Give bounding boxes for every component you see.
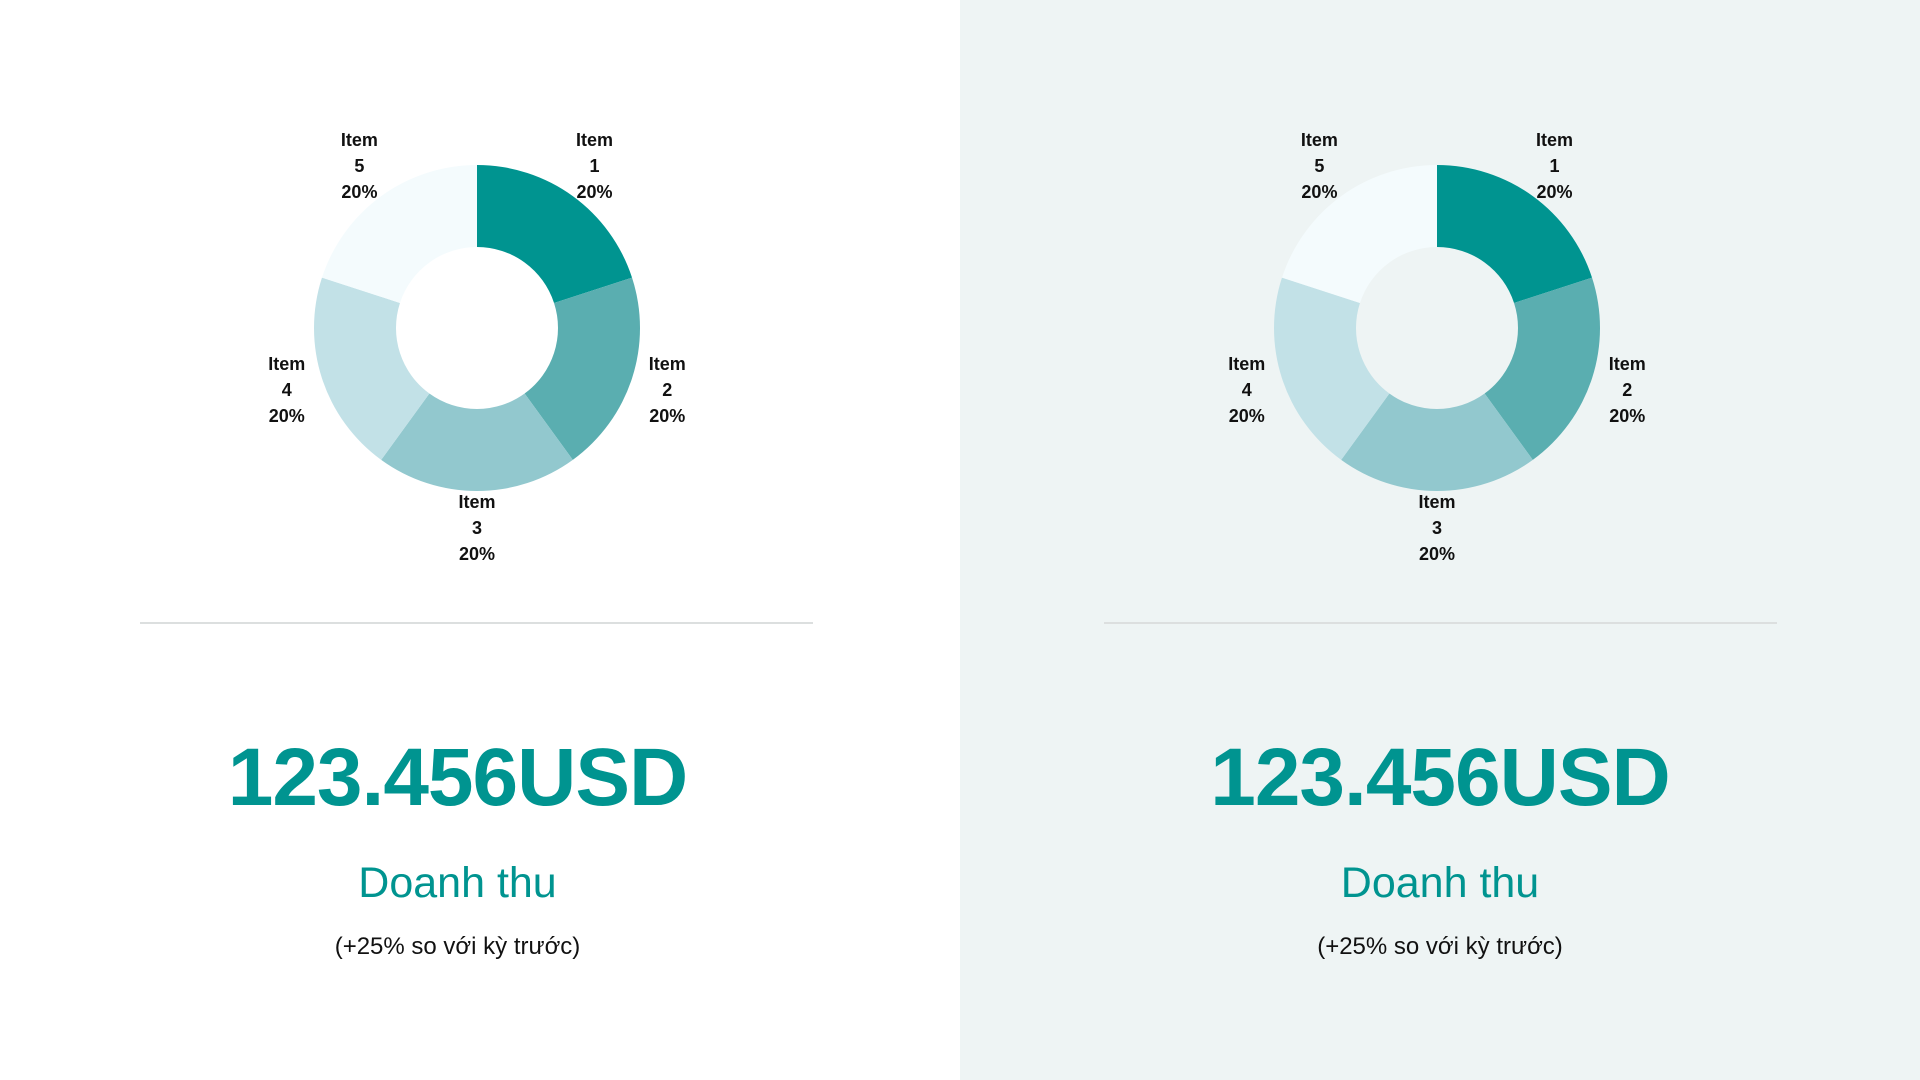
slice-label-line: Item bbox=[576, 130, 613, 150]
slice-label-line: 3 bbox=[1432, 518, 1442, 538]
slice-label-line: 20% bbox=[1537, 182, 1573, 202]
slice-label-1: Item 1 20% bbox=[576, 130, 613, 202]
slice-label-3: Item 3 20% bbox=[1418, 492, 1455, 564]
slice-label-line: Item bbox=[1536, 130, 1573, 150]
slice-label-line: 1 bbox=[1550, 156, 1560, 176]
slice-label-line: 5 bbox=[354, 156, 364, 176]
slice-label-3: Item 3 20% bbox=[458, 492, 495, 564]
divider-line bbox=[1104, 622, 1777, 624]
kpi-label: Doanh thu bbox=[358, 859, 557, 907]
kpi-value: 123.456USD bbox=[1210, 732, 1671, 823]
slice-label-line: Item bbox=[1301, 130, 1338, 150]
slice-label-line: 20% bbox=[577, 182, 613, 202]
slice-label-line: Item bbox=[458, 492, 495, 512]
kpi-label: Doanh thu bbox=[1340, 859, 1540, 907]
slice-label-line: Item bbox=[268, 354, 305, 374]
slice-label-4: Item 4 20% bbox=[268, 354, 305, 426]
kpi-change-note: (+25% so với kỳ trước) bbox=[1317, 933, 1563, 960]
slice-label-2: Item 2 20% bbox=[649, 354, 686, 426]
slice-label-4: Item 4 20% bbox=[1228, 354, 1265, 426]
slice-label-line: Item bbox=[1228, 354, 1265, 374]
slice-label-line: 5 bbox=[1314, 156, 1324, 176]
donut-chart-left: Item 1 20% Item 2 20% Item 3 20% Item 4 20% Item 5 20% bbox=[268, 130, 686, 564]
slice-label-line: Item bbox=[1609, 354, 1646, 374]
slice-label-line: 20% bbox=[459, 544, 495, 564]
slice-label-5: Item 5 20% bbox=[1301, 130, 1338, 202]
slice-label-line: 4 bbox=[1242, 380, 1252, 400]
slice-label-line: 2 bbox=[662, 380, 672, 400]
divider-line bbox=[140, 622, 813, 624]
slice-label-line: 4 bbox=[282, 380, 292, 400]
kpi-value: 123.456USD bbox=[227, 732, 689, 823]
slice-label-line: 3 bbox=[472, 518, 482, 538]
slice-label-line: Item bbox=[1418, 492, 1455, 512]
slice-label-line: 1 bbox=[590, 156, 600, 176]
slice-label-line: 20% bbox=[341, 182, 377, 202]
slice-label-line: 20% bbox=[269, 406, 305, 426]
slice-label-2: Item 2 20% bbox=[1609, 354, 1646, 426]
donut-chart-right: Item 1 20% Item 2 20% Item 3 20% Item 4 20% Item 5 20% bbox=[1228, 130, 1646, 564]
dashboard-panels: Item 1 20% Item 2 20% Item 3 20% Item 4 20% Item 5 20%… bbox=[0, 0, 1920, 1080]
kpi-change-note: (+25% so với kỳ trước) bbox=[334, 933, 581, 960]
slice-label-line: 20% bbox=[1229, 406, 1265, 426]
slice-label-line: Item bbox=[649, 354, 686, 374]
kpi-panel-right: Item 1 20% Item 2 20% Item 3 20% Item 4 20% Item 5 20%… bbox=[960, 0, 1920, 1080]
slice-label-1: Item 1 20% bbox=[1536, 130, 1573, 202]
kpi-panel-left: Item 1 20% Item 2 20% Item 3 20% Item 4 20% Item 5 20%… bbox=[0, 0, 960, 1080]
slice-label-line: 20% bbox=[1419, 544, 1455, 564]
slice-label-5: Item 5 20% bbox=[341, 130, 378, 202]
slice-label-line: Item bbox=[341, 130, 378, 150]
slice-label-line: 20% bbox=[1301, 182, 1337, 202]
slice-label-line: 20% bbox=[649, 406, 685, 426]
slice-label-line: 20% bbox=[1609, 406, 1645, 426]
slice-label-line: 2 bbox=[1622, 380, 1632, 400]
